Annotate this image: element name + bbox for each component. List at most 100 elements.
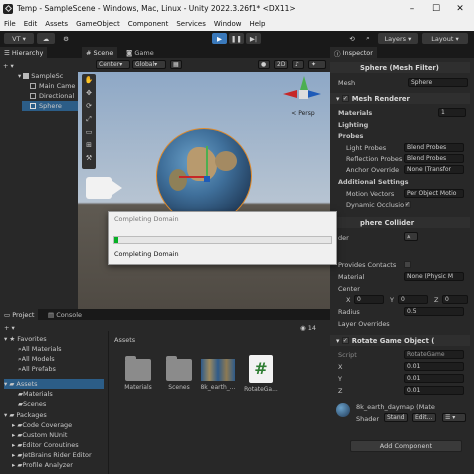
materials-label[interactable]: Materials: [338, 109, 372, 117]
favorites-item[interactable]: ⌕ All Prefabs: [18, 364, 56, 374]
anchor-override-field[interactable]: None (Transfor: [404, 165, 464, 174]
z-axis-handle[interactable]: [204, 176, 210, 182]
account-dropdown[interactable]: VT ▾: [4, 33, 34, 44]
rotate-z-field[interactable]: 0.01: [404, 386, 464, 395]
hierarchy-add-button[interactable]: + ▾: [3, 61, 14, 71]
package-item[interactable]: ▸ ▰ Custom NUnit: [12, 430, 67, 440]
settings-icon[interactable]: ⚙: [59, 33, 73, 44]
tab-game[interactable]: ◙ Game: [122, 47, 158, 58]
camera-gizmo-icon[interactable]: [86, 177, 112, 199]
collider-material-field[interactable]: None (Physic M: [404, 272, 464, 281]
tab-hierarchy[interactable]: ☰ Hierarchy: [0, 47, 48, 58]
tab-console[interactable]: ▤ Console: [44, 309, 86, 320]
layout-dropdown[interactable]: Layout ▾: [422, 33, 468, 44]
perspective-label[interactable]: < Persp: [283, 110, 323, 117]
light-probes-dropdown[interactable]: Blend Probes: [404, 143, 464, 152]
edit-collider-button[interactable]: ⩓: [404, 232, 418, 241]
package-item[interactable]: ▸ ▰ Profile Analyzer: [12, 460, 73, 470]
scene-viewport[interactable]: ✋ ✥ ⟳ ⤢ ▭ ⊞ ⚒ < Persp: [78, 72, 330, 309]
package-item[interactable]: ▸ ▰ JetBrains Rider Editor: [12, 450, 92, 460]
layer-overrides-label[interactable]: Layer Overrides: [338, 320, 390, 328]
material-name[interactable]: 8k_earth_daymap (Mate: [356, 403, 435, 411]
probes-label[interactable]: Probes: [338, 132, 363, 140]
favorites-item[interactable]: ⌕ All Materials: [18, 344, 62, 354]
mesh-renderer-header[interactable]: ▾ ✓ Mesh Renderer: [330, 93, 470, 104]
shader-list-button[interactable]: ☰ ▾: [442, 413, 466, 422]
assets-subfolder[interactable]: ▰ Materials: [18, 389, 53, 399]
hierarchy-item-sphere[interactable]: Sphere: [22, 101, 78, 111]
audio-icon[interactable]: ♪: [292, 60, 304, 69]
reflection-probes-dropdown[interactable]: Blend Probes: [404, 154, 464, 163]
custom-tool-icon[interactable]: ⚒: [82, 152, 96, 165]
asset-script[interactable]: # RotateGa...: [243, 355, 279, 393]
asset-folder-scenes[interactable]: Scenes: [161, 356, 197, 391]
close-button[interactable]: ✕: [448, 0, 472, 17]
cloud-icon[interactable]: ☁: [37, 33, 55, 44]
asset-folder-materials[interactable]: Materials: [120, 356, 156, 391]
asset-texture[interactable]: 8k_earth_...: [200, 359, 236, 391]
menu-file[interactable]: File: [0, 20, 20, 28]
menu-services[interactable]: Services: [172, 20, 210, 28]
materials-count[interactable]: 1: [438, 108, 466, 117]
center-y-field[interactable]: 0: [398, 295, 428, 304]
grid-snap-icon[interactable]: ▦: [170, 60, 182, 69]
add-component-button[interactable]: Add Component: [350, 440, 462, 452]
shader-dropdown[interactable]: Stand: [384, 413, 408, 422]
maximize-button[interactable]: ☐: [424, 0, 448, 17]
gizmo-y-arrow[interactable]: [300, 76, 308, 90]
pivot-dropdown[interactable]: Center ▾: [96, 60, 130, 69]
tab-inspector[interactable]: ⓘ Inspector: [330, 47, 377, 58]
menu-component[interactable]: Component: [124, 20, 173, 28]
center-x-field[interactable]: 0: [354, 295, 384, 304]
additional-settings-label[interactable]: Additional Settings: [338, 178, 409, 186]
menu-assets[interactable]: Assets: [41, 20, 72, 28]
layers-dropdown[interactable]: Layers ▾: [378, 33, 418, 44]
motion-vectors-dropdown[interactable]: Per Object Motio: [404, 189, 464, 198]
gizmo-center-cube[interactable]: [299, 90, 308, 99]
rotate-tool-icon[interactable]: ⟳: [82, 100, 96, 113]
transform-tool-icon[interactable]: ⊞: [82, 139, 96, 152]
assets-folder[interactable]: ▾ ▰ Assets: [4, 379, 104, 389]
package-item[interactable]: ▸ ▰ Code Coverage: [12, 420, 72, 430]
rotate-x-field[interactable]: 0.01: [404, 362, 464, 371]
mesh-renderer-enabled-checkbox[interactable]: ✓: [341, 95, 349, 102]
assets-subfolder[interactable]: ▰ Scenes: [18, 399, 46, 409]
menu-gameobject[interactable]: GameObject: [72, 20, 124, 28]
dynamic-occlusion-checkbox[interactable]: ✓: [404, 201, 411, 208]
menu-help[interactable]: Help: [245, 20, 269, 28]
minimize-button[interactable]: –: [400, 0, 424, 17]
favorites-folder[interactable]: ▾ ★ Favorites: [4, 334, 47, 344]
tab-scene[interactable]: # Scene: [82, 47, 118, 58]
center-z-field[interactable]: 0: [442, 295, 468, 304]
menu-window[interactable]: Window: [210, 20, 246, 28]
tab-project[interactable]: ▭ Project: [0, 309, 39, 320]
pause-button[interactable]: ❚❚: [229, 33, 244, 44]
gizmo-x-arrow[interactable]: [283, 90, 297, 98]
rotate-script-enabled-checkbox[interactable]: ✓: [341, 337, 349, 344]
play-button[interactable]: ▶: [212, 33, 227, 44]
mode-2d-button[interactable]: 2D: [274, 60, 288, 69]
project-add-button[interactable]: + ▾: [4, 323, 15, 333]
shader-edit-button[interactable]: Edit...: [412, 413, 436, 422]
y-axis-handle[interactable]: [206, 146, 208, 176]
rotate-script-header[interactable]: ▾ ✓ Rotate Game Object (: [330, 335, 470, 346]
provides-contacts-checkbox[interactable]: [404, 261, 411, 268]
history-icon[interactable]: ⟲: [346, 33, 358, 44]
mesh-filter-header[interactable]: Sphere (Mesh Filter): [330, 62, 470, 73]
search-icon[interactable]: ⌕: [362, 33, 374, 44]
mesh-field[interactable]: Sphere: [408, 78, 468, 87]
favorites-item[interactable]: ⌕ All Models: [18, 354, 55, 364]
sphere-collider-header[interactable]: phere Collider: [330, 217, 470, 228]
light-icon[interactable]: ●: [258, 60, 270, 69]
hierarchy-item-camera[interactable]: Main Came: [30, 81, 75, 91]
scale-tool-icon[interactable]: ⤢: [82, 113, 96, 126]
package-item[interactable]: ▸ ▰ Editor Coroutines: [12, 440, 79, 450]
effects-icon[interactable]: ✦: [308, 60, 326, 69]
orientation-gizmo[interactable]: < Persp: [283, 76, 323, 120]
radius-field[interactable]: 0.5: [404, 307, 464, 316]
rotate-y-field[interactable]: 0.01: [404, 374, 464, 383]
menu-edit[interactable]: Edit: [20, 20, 42, 28]
grid-breadcrumb[interactable]: Assets: [114, 336, 135, 344]
step-button[interactable]: ▶|: [246, 33, 261, 44]
rect-tool-icon[interactable]: ▭: [82, 126, 96, 139]
